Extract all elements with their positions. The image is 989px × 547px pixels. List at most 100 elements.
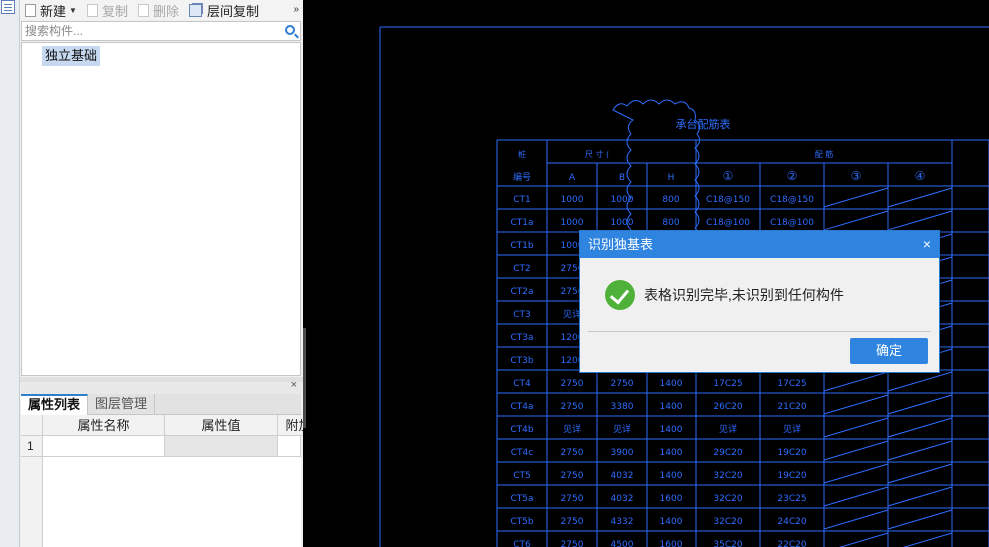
cad-cell-text: CT6 xyxy=(513,540,531,547)
properties-header: × xyxy=(21,379,301,394)
cad-hatch-line xyxy=(887,187,953,208)
close-icon[interactable]: × xyxy=(923,231,931,258)
cad-cell-text: ② xyxy=(787,169,798,183)
cad-cell-text: 32C20 xyxy=(713,471,742,481)
component-toolbar: 新建 ▼ 复制 删除 层间复制 » xyxy=(20,0,303,20)
cad-cell-text: 配 筋 xyxy=(815,149,834,159)
cad-hatch-line xyxy=(887,509,953,530)
dialog-title: 识别独基表 xyxy=(588,237,654,252)
cad-cell-text: 24C20 xyxy=(777,517,806,527)
cad-cell-text: 1600 xyxy=(660,540,683,547)
ok-button[interactable]: 确定 xyxy=(850,338,928,364)
cad-cell-text: CT4a xyxy=(510,402,533,412)
new-label: 新建 xyxy=(40,3,67,19)
cad-hatch-line xyxy=(887,394,953,415)
dialog-message: 表格识别完毕,未识别到任何构件 xyxy=(644,287,844,303)
cad-cell-text: 2750 xyxy=(561,540,584,547)
dialog-divider xyxy=(588,331,931,332)
cad-cell-text: 2750 xyxy=(611,379,634,389)
tab-layer-management[interactable]: 图层管理 xyxy=(88,394,156,415)
cad-cell-text: CT1a xyxy=(510,218,533,228)
layer-copy-button[interactable]: 层间复制 xyxy=(184,0,264,20)
cad-cell-text: 2750 xyxy=(561,379,584,389)
row-number-column xyxy=(21,457,43,547)
cad-cell-text: 1400 xyxy=(660,425,683,435)
cad-hatch-line xyxy=(887,440,953,461)
success-check-icon xyxy=(605,280,635,310)
dropdown-caret-icon: ▼ xyxy=(69,5,77,15)
copy-icon xyxy=(86,3,98,17)
cad-cell-text: 21C20 xyxy=(777,402,806,412)
cad-cell-text: 17C25 xyxy=(713,379,742,389)
cad-cell-text: 4032 xyxy=(611,494,634,504)
cad-cell-text: ③ xyxy=(851,169,862,183)
search-box xyxy=(21,21,301,41)
cad-cell-text: CT5 xyxy=(513,471,531,481)
cad-cell-text: ① xyxy=(723,169,734,183)
cad-cell-text: CT1b xyxy=(510,241,534,251)
cad-cell-text: 1000 xyxy=(611,195,634,205)
cad-hatch-line xyxy=(823,210,889,231)
toolbar-overflow-button[interactable]: » xyxy=(293,0,299,20)
cad-hatch-line xyxy=(903,532,953,547)
cad-cell-text: H xyxy=(668,173,675,183)
cad-hatch-line xyxy=(823,371,889,392)
cad-hatch-line xyxy=(887,486,953,507)
cad-cell-text: CT2 xyxy=(513,264,531,274)
cad-cell-text: CT3 xyxy=(513,310,531,320)
cad-hatch-line xyxy=(839,532,889,547)
tree-item-isolated-foundation[interactable]: 独立基础 xyxy=(42,46,101,66)
property-extra-cell[interactable] xyxy=(278,436,301,457)
cad-cell-text: C18@150 xyxy=(706,195,750,205)
cad-cell-text: 见详 xyxy=(783,423,801,435)
cad-cell-text: 35C20 xyxy=(713,540,742,547)
search-icon[interactable] xyxy=(285,25,295,35)
delete-button[interactable]: 删除 xyxy=(133,0,184,20)
cad-hatch-line xyxy=(823,187,889,208)
cad-cell-text: 22C20 xyxy=(777,540,806,547)
column-header-value: 属性值 xyxy=(165,415,278,436)
cad-cell-text: 4332 xyxy=(611,517,634,527)
cad-cell-text: 1400 xyxy=(660,379,683,389)
layer-copy-label: 层间复制 xyxy=(206,3,259,19)
cad-hatch-line xyxy=(887,417,953,438)
close-icon[interactable]: × xyxy=(291,379,297,391)
copy-button[interactable]: 复制 xyxy=(82,0,133,20)
cad-hatch-line xyxy=(887,371,953,392)
property-value-cell[interactable] xyxy=(165,436,278,457)
cad-cell-text: CT5b xyxy=(510,517,534,527)
cad-cell-text: 17C25 xyxy=(777,379,806,389)
cad-cell-text: 3380 xyxy=(611,402,634,412)
cad-cell-text: 800 xyxy=(662,195,679,205)
tab-property-list[interactable]: 属性列表 xyxy=(21,394,89,415)
cad-cell-text: B xyxy=(619,173,625,183)
cad-cell-text: CT3a xyxy=(510,333,533,343)
cad-cell-text: CT5a xyxy=(510,494,533,504)
new-button[interactable]: 新建 ▼ xyxy=(20,0,82,20)
cad-cell-text: 23C25 xyxy=(777,494,806,504)
delete-label: 删除 xyxy=(152,3,179,19)
cad-cell-text: 1000 xyxy=(561,195,584,205)
cad-cell-text: ④ xyxy=(915,169,926,183)
cad-cell-text: 1000 xyxy=(561,218,584,228)
cad-cell-text: C18@100 xyxy=(770,218,814,228)
cad-cell-text: 2750 xyxy=(561,517,584,527)
cad-cell-text: 32C20 xyxy=(713,494,742,504)
property-table: 属性名称 属性值 附加 1 xyxy=(21,415,319,547)
search-input[interactable] xyxy=(22,22,272,40)
row-number-header xyxy=(21,415,43,436)
cad-hatch-line xyxy=(823,394,889,415)
property-name-cell[interactable] xyxy=(43,436,165,457)
cad-cell-text: 2750 xyxy=(561,402,584,412)
cad-cell-text: 尺 寸 ( xyxy=(585,149,609,159)
cad-cell-text: 32C20 xyxy=(713,517,742,527)
cad-cell-text: 见详 xyxy=(719,423,737,435)
document-icon[interactable] xyxy=(1,0,15,14)
copy-label: 复制 xyxy=(101,3,128,19)
cad-cell-text: CT4b xyxy=(510,425,534,435)
component-panel: 新建 ▼ 复制 删除 层间复制 » 独立基础 × 属性列表 图层管理 属性名称 xyxy=(20,0,319,547)
cad-cell-text: 桩 xyxy=(518,149,526,159)
cad-cell-text: 见详 xyxy=(563,423,581,435)
layer-copy-icon xyxy=(188,3,202,17)
cad-cell-text: 1400 xyxy=(660,448,683,458)
